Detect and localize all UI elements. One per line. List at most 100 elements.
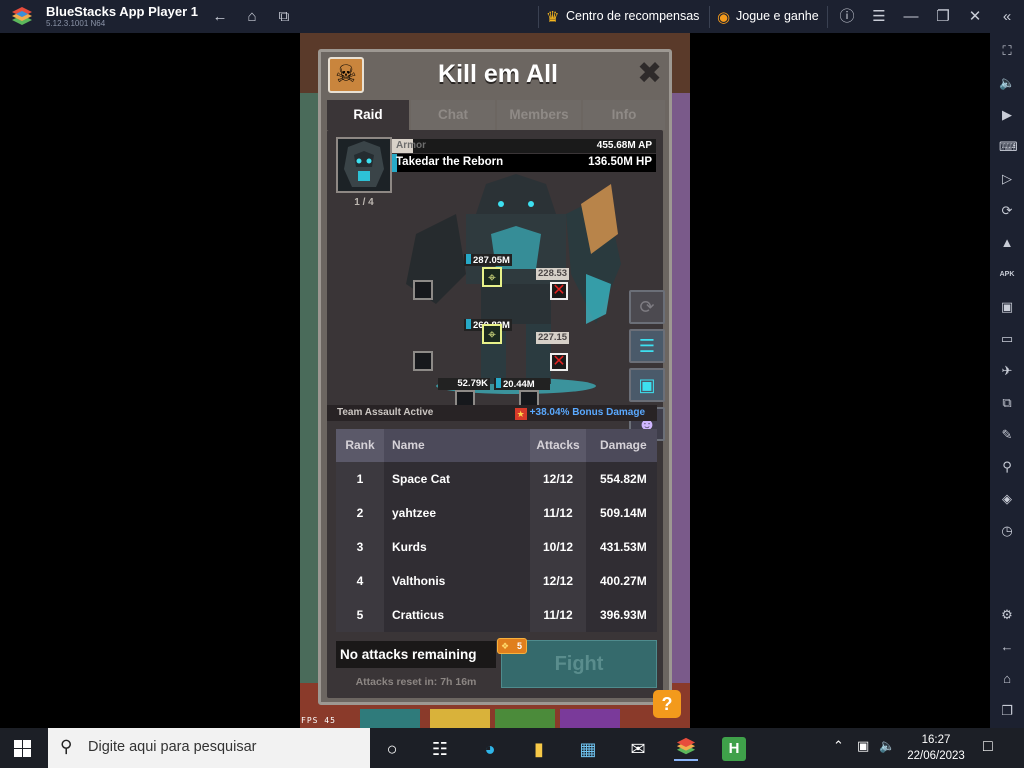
cell-rank: 3 [336,530,384,564]
tab-chat[interactable]: Chat [411,100,495,130]
crown-icon: ♛ [546,9,560,26]
table-row[interactable]: 3 Kurds 10/12 431.53M [336,530,657,564]
header-name: Name [384,429,530,462]
refresh-button[interactable]: ⟳ [629,290,665,324]
no-attacks-label: No attacks remaining [336,641,496,668]
sidebar-home-icon[interactable]: ⌂ [999,671,1015,687]
network-icon[interactable]: ▣ [857,738,869,754]
multi-instance-icon[interactable]: ⧉ [999,395,1015,411]
h-app-icon[interactable]: H [722,737,746,761]
file-explorer-icon[interactable]: ▮ [527,737,551,761]
menu-icon[interactable]: ☰ [868,7,890,27]
home-icon[interactable]: ⌂ [241,7,263,27]
play-and-earn-link[interactable]: Jogue e ganhe [736,9,819,23]
fullscreen-icon[interactable]: ⛶ [999,43,1015,59]
bluestacks-taskbar-icon[interactable] [674,737,698,761]
cell-damage: 400.27M [586,564,657,598]
minimize-icon[interactable]: — [900,7,922,27]
target-right-arm-value: 227.15 [536,332,570,344]
screen-record-icon[interactable]: ▶ [999,107,1015,123]
target-left-hand[interactable] [413,351,433,371]
cell-name: Space Cat [384,462,530,496]
tab-raid[interactable]: Raid [327,100,409,130]
screenshot-icon[interactable]: ▣ [999,299,1015,315]
airplane-icon[interactable]: ✈ [999,363,1015,379]
raid-ticket-badge: ❖ 5 [497,638,527,654]
bonus-damage-label: ★ +38.04% Bonus Damage [514,407,645,420]
team-assault-label: Team Assault Active [337,407,434,418]
tray-chevron-icon[interactable]: ⌃ [833,738,844,754]
header-attacks: Attacks [530,429,586,462]
task-view-icon[interactable]: ☷ [428,737,452,761]
target-head-crosshair-icon[interactable]: ⌖ [482,267,502,287]
app-version: 5.12.3.1001 N64 [46,19,106,28]
eraser-icon[interactable]: ✎ [999,427,1015,443]
raid-title: Kill em All [438,60,558,88]
apk-icon[interactable]: APK [999,267,1015,283]
volume-muted-icon[interactable]: 🔈 [879,738,895,754]
table-row[interactable]: 4 Valthonis 12/12 400.27M [336,564,657,598]
tab-info[interactable]: Info [583,100,665,130]
eco-mode-icon[interactable]: ◷ [999,523,1015,539]
boss-hp: 136.50M HP [588,156,652,168]
rotate-icon[interactable]: ⟳ [999,203,1015,219]
folder-icon[interactable]: ▭ [999,331,1015,347]
list-icon: ☰ [638,336,656,356]
cell-attacks: 11/12 [530,598,586,632]
multi-window-icon[interactable]: ⧉ [273,7,295,27]
cell-rank: 4 [336,564,384,598]
header-rank: Rank [336,429,384,462]
restore-icon[interactable]: ❐ [932,7,954,27]
cortana-icon[interactable]: ○ [380,737,404,761]
macro-icon[interactable]: ▷ [999,171,1015,187]
target-right-leg-value: 20.44M [494,378,550,390]
table-row[interactable]: 5 Cratticus 11/12 396.93M [336,598,657,632]
ticket-icon: ❖ [501,641,510,651]
letterbox-right [690,33,990,728]
cell-attacks: 11/12 [530,496,586,530]
target-left-arm[interactable] [413,280,433,300]
help-icon[interactable]: ⓘ [836,7,858,27]
back-icon[interactable]: ← [209,7,231,27]
title-bar: BlueStacks App Player 1 5.12.3.1001 N64 … [0,0,1024,33]
settings-icon[interactable]: ⚙ [999,607,1015,623]
attacks-reset-timer: Attacks reset in: 7h 16m [355,676,477,688]
volume-icon[interactable]: 🔈 [999,75,1015,91]
cell-attacks: 10/12 [530,530,586,564]
taskbar-search[interactable]: ⚲ Digite aqui para pesquisar [48,728,370,768]
boss-stage: 287.05M ⌖ 228.53 ✕ 260.82M ⌖ 227.15 ✕ 52… [336,174,665,441]
cell-rank: 2 [336,496,384,530]
target-left-leg-value: 52.79K [438,378,490,390]
collapse-sidebar-icon[interactable]: « [996,7,1018,27]
armor-bar: Armor 455.68M AP [392,139,656,153]
damage-table: Rank Name Attacks Damage 1 Space Cat 12/12… [336,429,657,633]
cell-name: Valthonis [384,564,530,598]
cards-icon: ▣ [638,375,656,395]
windows-start-icon[interactable] [14,740,31,757]
rewards-center-link[interactable]: Centro de recompensas [566,9,699,23]
keyboard-icon[interactable]: ⌨ [999,139,1018,155]
gamepad-icon[interactable]: ▲ [999,235,1015,251]
close-window-icon[interactable]: ✕ [964,7,986,27]
table-row[interactable]: 2 yahtzee 11/12 509.14M [336,496,657,530]
cards-button[interactable]: ▣ [629,368,665,402]
armor-value: 455.68M AP [596,140,652,151]
notifications-icon[interactable]: □ [983,738,993,756]
layers-icon[interactable]: ◈ [999,491,1015,507]
list-button[interactable]: ☰ [629,329,665,363]
target-core-crosshair-icon[interactable]: ⌖ [482,324,502,344]
cell-rank: 5 [336,598,384,632]
taskbar-clock[interactable]: 16:27 22/06/2023 [900,732,972,764]
table-row[interactable]: 1 Space Cat 12/12 554.82M [336,462,657,496]
location-icon[interactable]: ⚲ [999,459,1015,475]
edge-icon[interactable]: ◕ [478,737,502,761]
clock-time: 16:27 [921,734,951,746]
close-icon[interactable]: ✖ [637,59,662,89]
sidebar-back-icon[interactable]: ← [999,639,1015,655]
help-button[interactable]: ? [653,690,681,718]
mail-icon[interactable]: ✉ [626,737,650,761]
tab-members[interactable]: Members [497,100,581,130]
store-icon[interactable]: ▦ [576,737,600,761]
refresh-icon: ⟳ [639,297,655,317]
recent-apps-icon[interactable]: ❐ [999,703,1015,719]
